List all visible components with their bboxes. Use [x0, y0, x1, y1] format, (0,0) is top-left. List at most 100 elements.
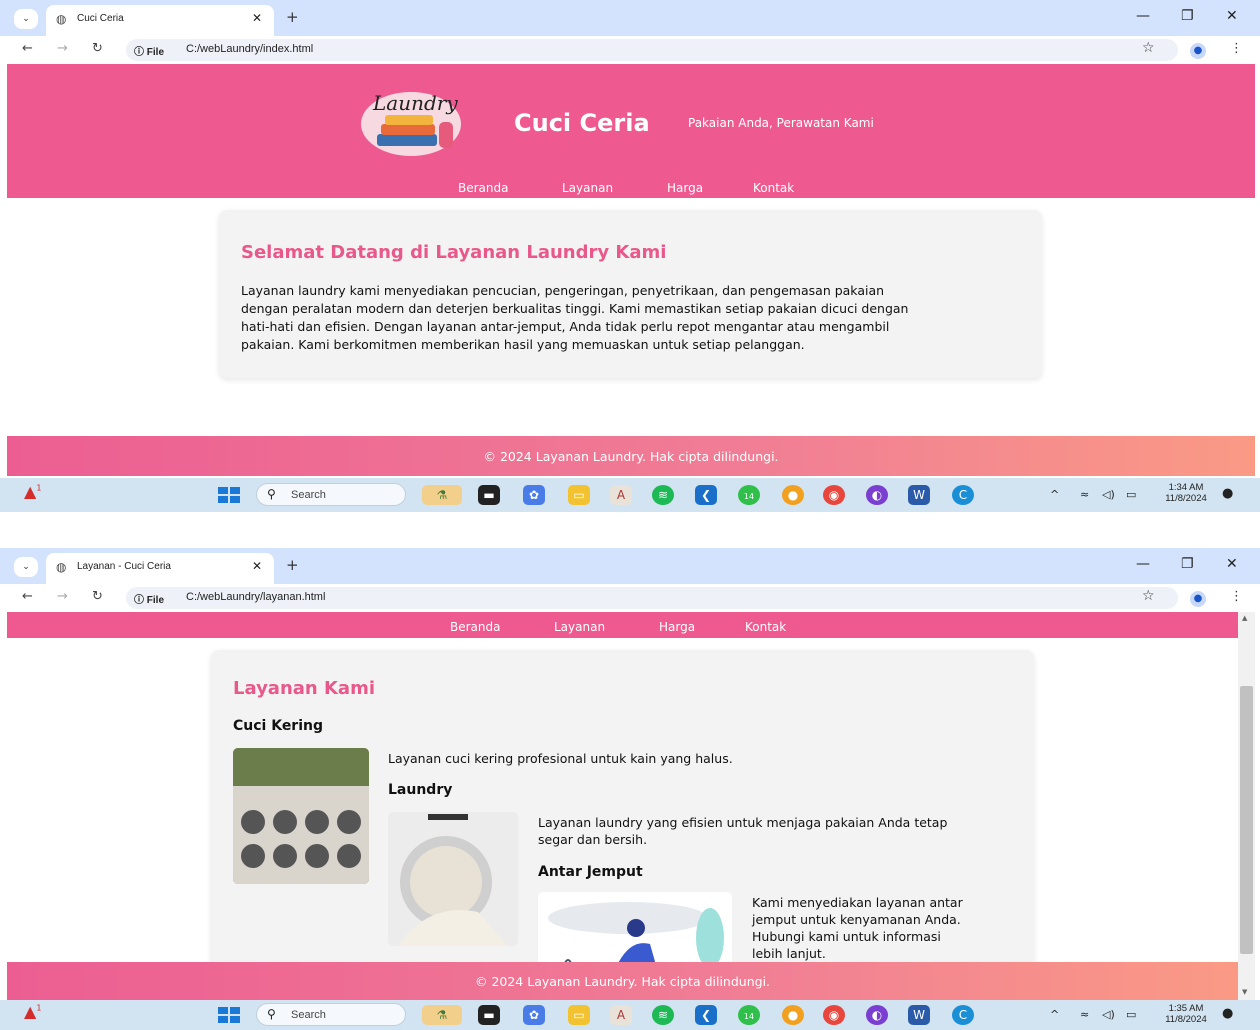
- windows-start-icon[interactable]: [218, 1007, 240, 1023]
- whatsapp-icon[interactable]: 14: [738, 1005, 760, 1025]
- word-icon[interactable]: W: [908, 485, 930, 505]
- minimize-icon[interactable]: —: [1136, 556, 1150, 572]
- wifi-icon[interactable]: ≈: [1080, 1008, 1089, 1021]
- browser-tab-active[interactable]: ◍ Cuci Ceria ✕: [46, 5, 274, 36]
- edge-icon[interactable]: C: [952, 485, 974, 505]
- copilot-icon[interactable]: ✿: [523, 1005, 545, 1025]
- github-icon[interactable]: ◐: [866, 485, 888, 505]
- spotify-icon[interactable]: ≋: [652, 485, 674, 505]
- page-scrollbar[interactable]: ▲ ▼: [1238, 612, 1255, 1000]
- back-arrow-icon[interactable]: ←: [22, 589, 33, 604]
- site-info-chip[interactable]: ⓘ File: [134, 591, 164, 606]
- address-bar[interactable]: ⓘ File C:/webLaundry/layanan.html: [126, 587, 1178, 609]
- volume-icon[interactable]: ◁): [1102, 488, 1115, 501]
- profile-avatar-icon[interactable]: ●: [1190, 591, 1206, 607]
- close-window-icon[interactable]: ✕: [1226, 556, 1238, 572]
- browser-toolbar: ← → ↻ ⓘ File C:/webLaundry/layanan.html …: [0, 584, 1260, 612]
- volume-icon[interactable]: ◁): [1102, 1008, 1115, 1021]
- battery-icon[interactable]: ▭: [1126, 488, 1136, 501]
- svg-text:Laundry: Laundry: [372, 91, 458, 115]
- tab-search-chevron-icon[interactable]: ⌄: [14, 557, 38, 577]
- welcome-title: Selamat Datang di Layanan Laundry Kami: [241, 242, 667, 263]
- close-window-icon[interactable]: ✕: [1226, 8, 1238, 24]
- back-arrow-icon[interactable]: ←: [22, 41, 33, 56]
- github-icon[interactable]: ◐: [866, 1005, 888, 1025]
- task-view-icon[interactable]: ▬: [478, 485, 500, 505]
- nav-link-harga[interactable]: Harga: [667, 181, 703, 195]
- weather-widget-icon[interactable]: ▲1: [24, 1002, 41, 1021]
- file-explorer-icon[interactable]: ▭: [568, 485, 590, 505]
- chrome-canary-icon[interactable]: ●: [782, 485, 804, 505]
- notification-bell-icon[interactable]: ●: [1222, 486, 1233, 501]
- reload-icon[interactable]: ↻: [92, 41, 103, 56]
- app-icon-a[interactable]: A: [610, 1005, 632, 1025]
- browser-window-home: ⌄ ◍ Cuci Ceria ✕ + — ❐ ✕ ← → ↻ ⓘ File C:…: [0, 0, 1260, 512]
- restore-icon[interactable]: ❐: [1181, 556, 1194, 572]
- nav-link-beranda[interactable]: Beranda: [458, 181, 508, 195]
- windows-start-icon[interactable]: [218, 487, 240, 503]
- vscode-icon[interactable]: ❮: [695, 1005, 717, 1025]
- menu-kebab-icon[interactable]: ⋮: [1230, 41, 1243, 56]
- close-icon[interactable]: ✕: [252, 559, 262, 573]
- taskbar-clock[interactable]: 1:35 AM 11/8/2024: [1158, 1003, 1214, 1025]
- site-info-chip[interactable]: ⓘ File: [134, 43, 164, 58]
- notification-bell-icon[interactable]: ●: [1222, 1006, 1233, 1021]
- widgets-app-icon[interactable]: ⚗: [422, 1005, 462, 1025]
- service-text-cuci-kering: Layanan cuci kering profesional untuk ka…: [388, 751, 733, 766]
- bookmark-star-icon[interactable]: ☆: [1142, 588, 1155, 604]
- address-bar[interactable]: ⓘ File C:/webLaundry/index.html: [126, 39, 1178, 61]
- weather-widget-icon[interactable]: ▲1: [24, 482, 41, 501]
- whatsapp-icon[interactable]: 14: [738, 485, 760, 505]
- bookmark-star-icon[interactable]: ☆: [1142, 40, 1155, 56]
- copilot-icon[interactable]: ✿: [523, 485, 545, 505]
- scrollbar-thumb[interactable]: [1240, 686, 1253, 954]
- forward-arrow-icon[interactable]: →: [57, 589, 68, 604]
- tray-chevron-icon[interactable]: ^: [1050, 1008, 1059, 1021]
- widgets-app-icon[interactable]: ⚗: [422, 485, 462, 505]
- nav-link-beranda[interactable]: Beranda: [450, 620, 500, 634]
- reload-icon[interactable]: ↻: [92, 589, 103, 604]
- chrome-icon[interactable]: ◉: [823, 485, 845, 505]
- site-header: Laundry Cuci Ceria Pakaian Anda, Perawat…: [7, 64, 1255, 198]
- welcome-text: Layanan laundry kami menyediakan pencuci…: [241, 283, 909, 352]
- restore-icon[interactable]: ❐: [1181, 8, 1194, 24]
- battery-icon[interactable]: ▭: [1126, 1008, 1136, 1021]
- taskbar-search[interactable]: ⚲ Search: [256, 1003, 406, 1026]
- taskbar-search[interactable]: ⚲ Search: [256, 483, 406, 506]
- tab-search-chevron-icon[interactable]: ⌄: [14, 9, 38, 29]
- washing-machine-photo: [388, 812, 518, 946]
- globe-icon: ◍: [56, 560, 67, 574]
- menu-kebab-icon[interactable]: ⋮: [1230, 589, 1243, 604]
- nav-link-layanan[interactable]: Layanan: [562, 181, 613, 195]
- task-view-icon[interactable]: ▬: [478, 1005, 500, 1025]
- app-icon-a[interactable]: A: [610, 485, 632, 505]
- chrome-canary-icon[interactable]: ●: [782, 1005, 804, 1025]
- service-text-antar-jemput: Kami menyediakan layanan antar jemput un…: [752, 895, 963, 961]
- nav-link-layanan[interactable]: Layanan: [554, 620, 605, 634]
- browser-tab-active[interactable]: ◍ Layanan - Cuci Ceria ✕: [46, 553, 274, 584]
- forward-arrow-icon[interactable]: →: [57, 41, 68, 56]
- site-brand[interactable]: Cuci Ceria: [514, 109, 650, 137]
- tray-chevron-icon[interactable]: ^: [1050, 488, 1059, 501]
- scroll-up-icon[interactable]: ▲: [1242, 614, 1247, 622]
- new-tab-plus-icon[interactable]: +: [286, 556, 299, 574]
- edge-icon[interactable]: C: [952, 1005, 974, 1025]
- site-nav: Beranda Layanan Harga Kontak: [7, 612, 1238, 638]
- new-tab-plus-icon[interactable]: +: [286, 8, 299, 26]
- close-icon[interactable]: ✕: [252, 11, 262, 25]
- vscode-icon[interactable]: ❮: [695, 485, 717, 505]
- word-icon[interactable]: W: [908, 1005, 930, 1025]
- nav-link-kontak[interactable]: Kontak: [745, 620, 786, 634]
- file-explorer-icon[interactable]: ▭: [568, 1005, 590, 1025]
- service-heading-cuci-kering: Cuci Kering: [233, 718, 324, 734]
- scroll-down-icon[interactable]: ▼: [1242, 988, 1247, 996]
- minimize-icon[interactable]: —: [1136, 8, 1150, 24]
- taskbar-clock[interactable]: 1:34 AM 11/8/2024: [1158, 482, 1214, 504]
- nav-link-harga[interactable]: Harga: [659, 620, 695, 634]
- chrome-icon[interactable]: ◉: [823, 1005, 845, 1025]
- spotify-icon[interactable]: ≋: [652, 1005, 674, 1025]
- laundromat-photo: [233, 748, 369, 884]
- nav-link-kontak[interactable]: Kontak: [753, 181, 794, 195]
- profile-avatar-icon[interactable]: ●: [1190, 43, 1206, 59]
- wifi-icon[interactable]: ≈: [1080, 488, 1089, 501]
